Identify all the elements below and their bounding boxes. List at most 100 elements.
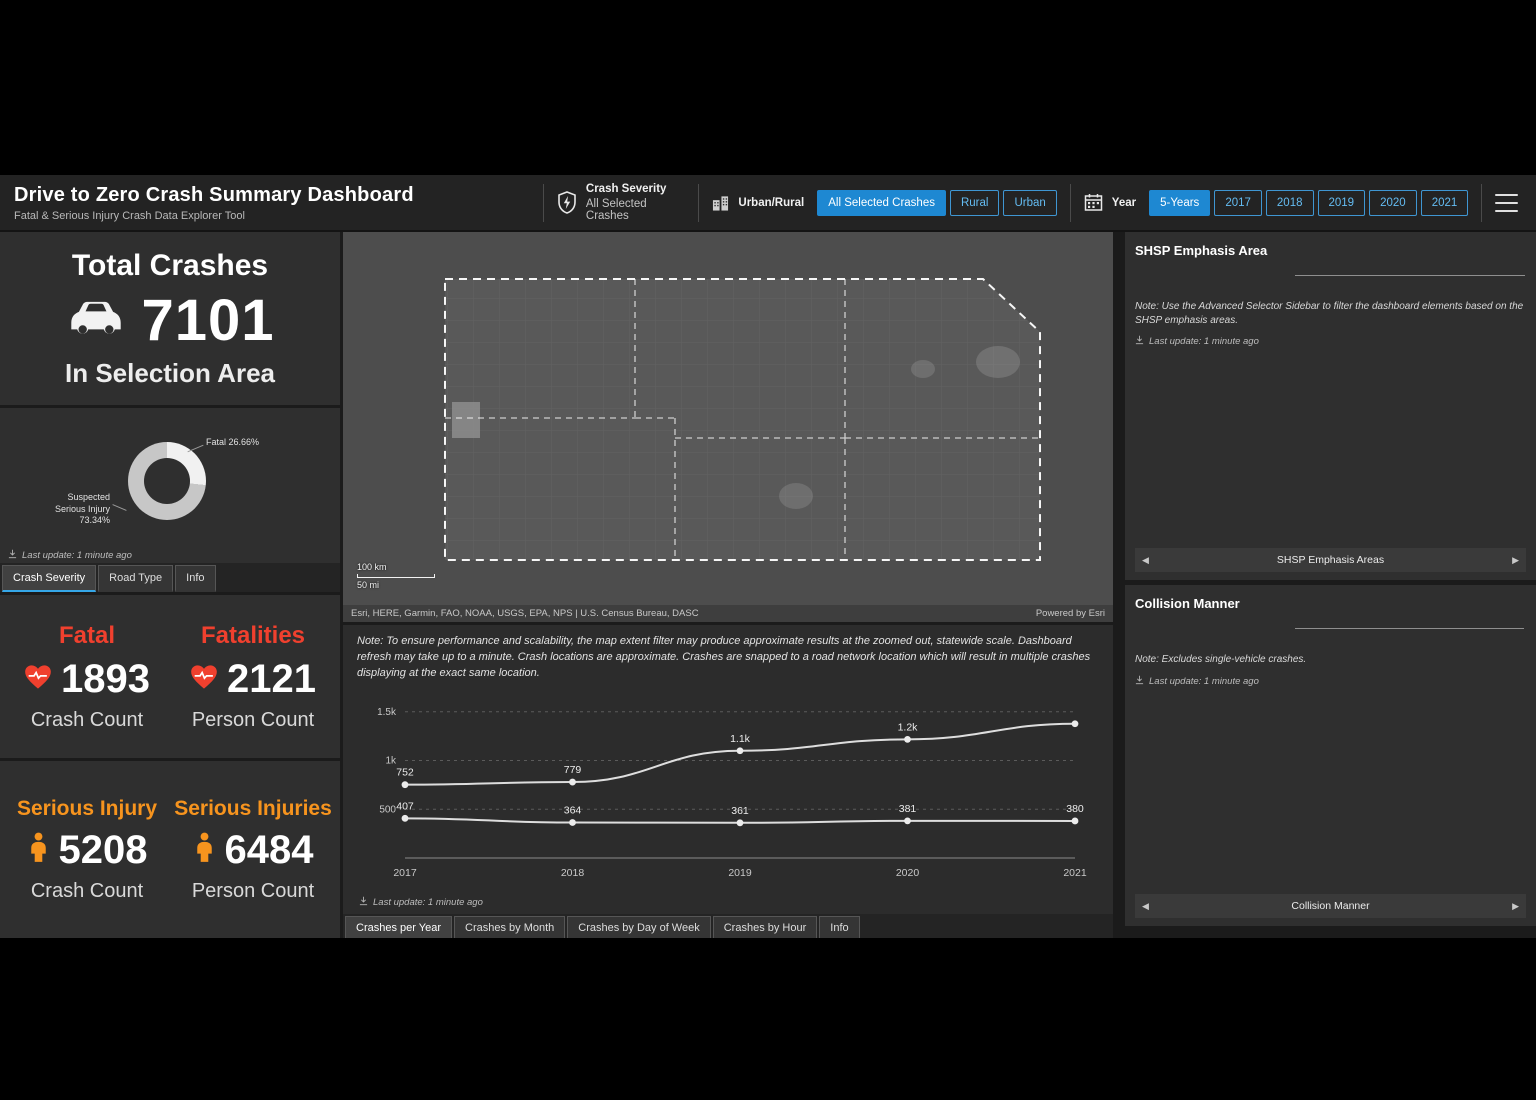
severity-tabs: Crash SeverityRoad TypeInfo [0, 563, 340, 592]
fatal-crash-stat: Fatal 1893 Crash Count [4, 622, 170, 732]
tab-info[interactable]: Info [175, 565, 215, 592]
right-sidebar: SHSP Emphasis Area Note: Use the Advance… [1125, 232, 1536, 938]
severity-donut-chart[interactable] [128, 442, 206, 520]
collision-manner-pager: ◀ Collision Manner ▶ [1135, 894, 1526, 918]
collision-manner-note: Note: Excludes single-vehicle crashes. [1135, 653, 1526, 667]
urban-rural-button-rural[interactable]: Rural [950, 190, 999, 216]
map-note: Note: To ensure performance and scalabil… [357, 634, 1099, 682]
tab-crashes-per-year[interactable]: Crashes per Year [345, 916, 452, 938]
svg-text:2020: 2020 [896, 867, 920, 879]
year-label: Year [1112, 197, 1136, 209]
page-title: Drive to Zero Crash Summary Dashboard [14, 184, 530, 207]
year-button-5-years[interactable]: 5-Years [1149, 190, 1210, 216]
total-crashes-panel: Total Crashes 7101 In Selection Area [0, 232, 340, 405]
divider [543, 184, 544, 222]
tab-crashes-by-hour[interactable]: Crashes by Hour [713, 916, 818, 938]
svg-text:2018: 2018 [561, 867, 585, 879]
year-buttons: 5-Years20172018201920202021 [1149, 190, 1468, 216]
pager-left-icon[interactable]: ◀ [1142, 555, 1149, 566]
crashes-chart-tabs: Crashes per YearCrashes by MonthCrashes … [343, 914, 1113, 938]
person-icon [193, 831, 216, 869]
fatalities-stat: Fatalities 2121 Person Count [170, 622, 336, 732]
selected-county-highlight [452, 402, 480, 438]
urban-rural-button-all-selected-crashes[interactable]: All Selected Crashes [817, 190, 946, 216]
content: Total Crashes 7101 In Selection Area Fat… [0, 232, 1536, 938]
download-icon [8, 549, 17, 562]
fatal-crash-count: 1893 [61, 657, 150, 702]
collision-manner-x-axis [1295, 628, 1524, 643]
shsp-pager: ◀ SHSP Emphasis Areas ▶ [1135, 548, 1526, 572]
crash-severity-donut-panel: Fatal 26.66% SuspectedSerious Injury73.3… [0, 408, 340, 592]
collision-manner-panel: Collision Manner Note: Excludes single-v… [1125, 585, 1536, 926]
year-button-2020[interactable]: 2020 [1369, 190, 1417, 216]
tab-road-type[interactable]: Road Type [98, 565, 173, 592]
fatal-crash-sub: Crash Count [31, 709, 143, 732]
scale-bar: 100 km 50 mi [357, 562, 435, 590]
donut-serious-label: SuspectedSerious Injury73.34% [22, 492, 110, 527]
year-filter: Year 5-Years20172018201920202021 [1084, 190, 1469, 216]
dashboard: Drive to Zero Crash Summary Dashboard Fa… [0, 175, 1536, 938]
pager-right-icon[interactable]: ▶ [1512, 555, 1519, 566]
last-update: Last update: 1 minute ago [1135, 335, 1526, 348]
collision-manner-title: Collision Manner [1135, 596, 1526, 611]
download-icon [1135, 335, 1144, 348]
center-column: 100 km 50 mi Esri, HERE, Garmin, FAO, NO… [343, 232, 1113, 938]
svg-text:407: 407 [396, 800, 414, 812]
tab-crash-severity[interactable]: Crash Severity [2, 565, 96, 592]
urban-rural-label: Urban/Rural [738, 197, 804, 209]
tab-crashes-by-day-of-week[interactable]: Crashes by Day of Week [567, 916, 710, 938]
left-sidebar: Total Crashes 7101 In Selection Area Fat… [0, 232, 340, 938]
svg-text:779: 779 [564, 764, 582, 776]
tab-info[interactable]: Info [819, 916, 859, 938]
svg-text:381: 381 [899, 803, 917, 815]
fatalities-title: Fatalities [201, 622, 305, 650]
divider [698, 184, 699, 222]
shsp-emphasis-panel: SHSP Emphasis Area Note: Use the Advance… [1125, 232, 1536, 580]
svg-text:361: 361 [731, 805, 749, 817]
crash-severity-filter: Crash Severity All Selected Crashes [557, 183, 686, 222]
serious-injury-crash-stat: Serious Injury 5208 Crash Count [4, 797, 170, 903]
shield-lightning-icon [557, 191, 577, 214]
serious-injury-stats-panel: Serious Injury 5208 Crash Count Serious … [0, 761, 340, 938]
crashes-per-year-chart[interactable]: 5001k1.5k201720182019202020217527791.1k1… [353, 688, 1103, 894]
shsp-x-axis [1295, 275, 1525, 290]
serious-injuries-stat: Serious Injuries 6484 Person Count [170, 797, 336, 903]
serious-injury-crash-sub: Crash Count [31, 880, 143, 903]
donut-fatal-label: Fatal 26.66% [206, 437, 259, 447]
tab-crashes-by-month[interactable]: Crashes by Month [454, 916, 565, 938]
last-update: Last update: 1 minute ago [8, 549, 132, 562]
svg-text:1k: 1k [385, 755, 397, 766]
scale-km: 100 km [357, 562, 435, 572]
attribution-text: Esri, HERE, Garmin, FAO, NOAA, USGS, EPA… [351, 608, 699, 619]
pager-right-icon[interactable]: ▶ [1512, 901, 1519, 912]
map-attribution: Esri, HERE, Garmin, FAO, NOAA, USGS, EPA… [343, 605, 1113, 622]
urban-rural-button-urban[interactable]: Urban [1003, 190, 1056, 216]
download-icon [359, 896, 368, 909]
pager-left-icon[interactable]: ◀ [1142, 901, 1149, 912]
map-canvas[interactable] [343, 232, 1113, 605]
last-update: Last update: 1 minute ago [1135, 675, 1526, 688]
fatal-stats-panel: Fatal 1893 Crash Count Fatalities 2121 P… [0, 595, 340, 758]
serious-injuries-sub: Person Count [192, 880, 314, 903]
crashes-chart-panel: Note: To ensure performance and scalabil… [343, 625, 1113, 938]
hamburger-menu-icon[interactable] [1495, 193, 1518, 213]
year-button-2019[interactable]: 2019 [1318, 190, 1366, 216]
svg-text:2017: 2017 [393, 867, 417, 879]
car-icon [65, 299, 127, 342]
year-button-2018[interactable]: 2018 [1266, 190, 1314, 216]
powered-by-esri: Powered by Esri [1036, 608, 1105, 619]
svg-text:364: 364 [564, 804, 582, 816]
year-button-2017[interactable]: 2017 [1214, 190, 1262, 216]
svg-text:380: 380 [1066, 803, 1084, 815]
person-icon [27, 831, 50, 869]
shsp-panel-title: SHSP Emphasis Area [1135, 243, 1526, 258]
pager-label: Collision Manner [1291, 900, 1369, 912]
serious-injury-crash-count: 5208 [59, 828, 148, 873]
svg-text:752: 752 [396, 766, 414, 778]
fatal-title: Fatal [59, 622, 115, 650]
crash-map[interactable]: 100 km 50 mi [343, 232, 1113, 605]
scale-line [357, 574, 435, 578]
svg-text:2021: 2021 [1063, 867, 1087, 879]
callout-line [112, 504, 126, 511]
year-button-2021[interactable]: 2021 [1421, 190, 1469, 216]
